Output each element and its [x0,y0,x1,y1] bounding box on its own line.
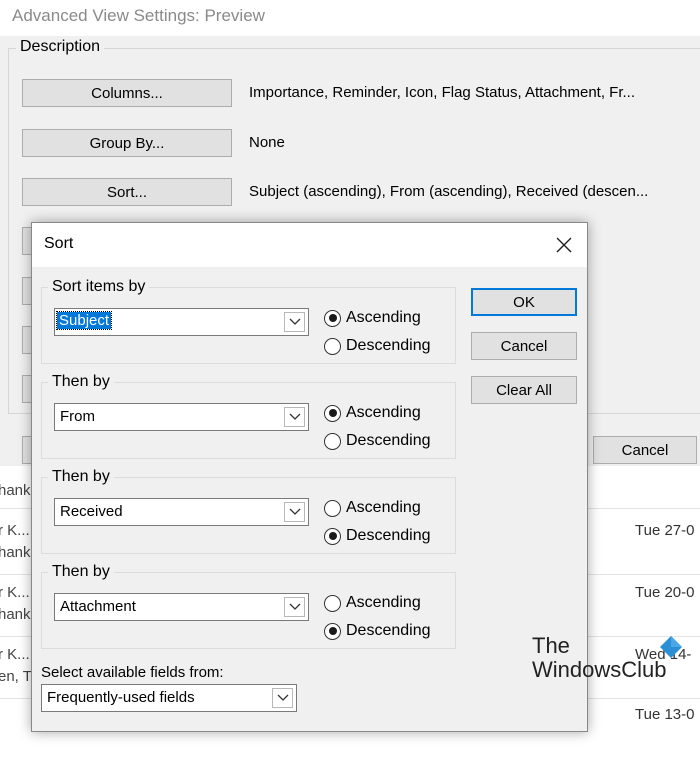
radio-selected-icon [324,404,341,422]
ascending-radio-2[interactable]: Ascending [324,402,421,424]
then-by-label-2: Then by [48,468,114,486]
list-item-subject: hank [0,606,31,623]
sort-field-select-1[interactable]: Subject [54,308,309,336]
radio-unselected-icon [324,432,341,450]
list-item-sender: r K... [0,646,30,663]
window-cancel-button[interactable]: Cancel [593,436,697,464]
available-fields-select[interactable]: Frequently-used fields [41,684,297,712]
ascending-radio-3[interactable]: Ascending [324,497,421,519]
sort-field-value-2: From [60,408,95,425]
sort-dialog-title: Sort [44,235,74,252]
radio-selected-icon [324,309,341,327]
available-fields-label: Select available fields from: [41,664,224,681]
thewindowsclub-logo: The WindowsClub [532,634,692,694]
sort-items-by-label: Sort items by [48,278,150,296]
ascending-label-3: Ascending [346,499,421,516]
ok-button[interactable]: OK [471,288,577,316]
logo-line-2: WindowsClub [532,657,667,682]
radio-selected-icon [324,622,341,640]
windows-logo-icon [660,636,682,658]
sort-field-value-1: Subject [55,311,113,330]
window-titlebar: Advanced View Settings: Preview [0,0,700,36]
chevron-down-icon[interactable] [284,407,305,427]
descending-label-4: Descending [346,622,431,639]
sort-value: Subject (ascending), From (ascending), R… [249,183,649,200]
ascending-label-4: Ascending [346,594,421,611]
close-icon[interactable] [550,231,578,259]
then-by-label-3: Then by [48,563,114,581]
window-title: Advanced View Settings: Preview [12,6,265,25]
sort-field-select-4[interactable]: Attachment [54,593,309,621]
list-item-subject: hank [0,544,31,561]
chevron-down-icon[interactable] [284,597,305,617]
list-item-date: Tue 13-0 [635,706,695,723]
columns-value: Importance, Reminder, Icon, Flag Status,… [249,84,636,101]
chevron-down-icon[interactable] [272,688,293,708]
cancel-button[interactable]: Cancel [471,332,577,360]
ascending-label-2: Ascending [346,404,421,421]
radio-unselected-icon [324,594,341,612]
chevron-down-icon[interactable] [284,502,305,522]
radio-unselected-icon [324,337,341,355]
list-item-date: Tue 27-0 [635,522,695,539]
sort-field-value-3: Received [60,503,123,520]
sort-dialog: Sort Sort items by Subject Ascending Des… [31,222,588,732]
list-item-date: Tue 20-0 [635,584,695,601]
sort-field-value-4: Attachment [60,598,136,615]
logo-line-1: The [532,633,570,658]
list-item-sender: r K... [0,522,30,539]
sort-field-select-3[interactable]: Received [54,498,309,526]
list-item-subject: en, T [0,668,32,685]
list-item-text: hank [0,482,31,499]
ascending-radio-1[interactable]: Ascending [324,307,421,329]
descending-label-2: Descending [346,432,431,449]
descending-label-1: Descending [346,337,431,354]
available-fields-value: Frequently-used fields [47,689,195,706]
sort-button[interactable]: Sort... [22,178,232,206]
list-item-sender: r K... [0,584,30,601]
clear-all-button[interactable]: Clear All [471,376,577,404]
radio-unselected-icon [324,499,341,517]
sort-dialog-titlebar: Sort [32,223,587,267]
group-by-value: None [249,134,285,151]
ascending-label-1: Ascending [346,309,421,326]
radio-selected-icon [324,527,341,545]
columns-button[interactable]: Columns... [22,79,232,107]
descending-radio-1[interactable]: Descending [324,335,431,357]
ascending-radio-4[interactable]: Ascending [324,592,421,614]
descending-label-3: Descending [346,527,431,544]
chevron-down-icon[interactable] [284,312,305,332]
description-group-label: Description [16,38,105,56]
descending-radio-2[interactable]: Descending [324,430,431,452]
group-by-button[interactable]: Group By... [22,129,232,157]
then-by-label-1: Then by [48,373,114,391]
descending-radio-4[interactable]: Descending [324,620,431,642]
sort-field-select-2[interactable]: From [54,403,309,431]
descending-radio-3[interactable]: Descending [324,525,431,547]
